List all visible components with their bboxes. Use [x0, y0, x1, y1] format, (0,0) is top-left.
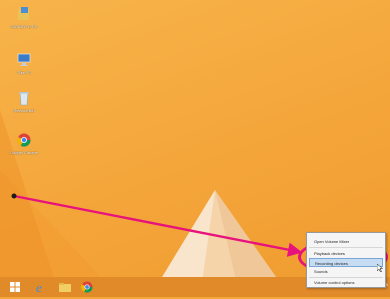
menu-item-recording-devices[interactable]: Recording devices: [309, 258, 383, 267]
menu-item-volume-control-options[interactable]: Volume control options: [309, 278, 383, 287]
volume-context-menu: Open Volume Mixer Playback devices Recor…: [306, 232, 386, 288]
menu-item-open-volume-mixer[interactable]: Open Volume Mixer: [309, 237, 383, 246]
menu-item-playback-devices[interactable]: Playback devices: [309, 249, 383, 258]
menu-item-sounds[interactable]: Sounds: [309, 267, 383, 276]
menu-separator: [309, 247, 383, 248]
mouse-cursor-icon: [377, 264, 383, 272]
